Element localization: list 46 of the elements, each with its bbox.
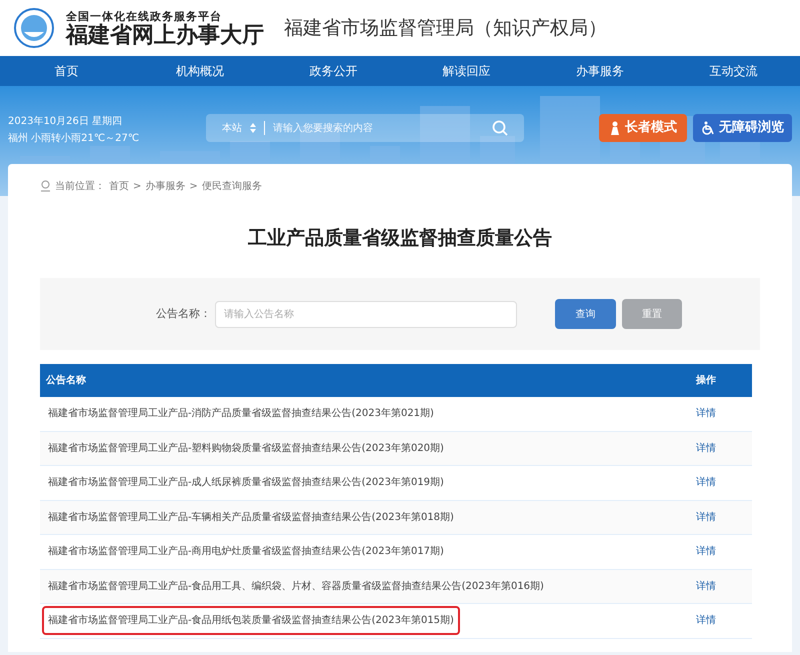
breadcrumb-link[interactable]: 办事服务 <box>145 178 186 194</box>
nav-link[interactable]: 机构概况 <box>133 56 267 86</box>
notice-title: 福建省市场监督管理局工业产品-车辆相关产品质量省级监督抽查结果公告(2023年第018期) <box>47 510 455 525</box>
date-text: 2023年10月26日 星期四 <box>8 114 124 129</box>
notice-title: 福建省市场监督管理局工业产品-食品用工具、编织袋、片材、容器质量省级监督抽查结果公告(2023年第016期) <box>47 580 545 594</box>
department-name: 福建省市场监督管理局（知识产权局） <box>284 16 607 41</box>
search-placeholder: 请输入您要搜索的内容 <box>273 122 374 136</box>
nav-link[interactable]: 办事服务 <box>533 56 667 86</box>
column-header: 公告名称 <box>46 374 87 388</box>
filter-label: 公告名称： <box>156 306 211 322</box>
details-link[interactable]: 详情 <box>696 578 746 594</box>
breadcrumb-link[interactable]: 便民查询服务 <box>202 178 262 194</box>
nav-link[interactable]: 首页 <box>0 56 134 86</box>
platform-tagline: 全国一体化在线政务服务平台 <box>66 10 223 22</box>
notice-title: 福建省市场监督管理局工业产品-消防产品质量省级监督抽查结果公告(2023年第021期) <box>47 406 435 422</box>
notice-title: 福建省市场监督管理局工业产品-商用电炉灶质量省级监督抽查结果公告(2023年第017期) <box>47 544 445 560</box>
elder-mode-button[interactable]: 长者模式 <box>599 114 687 142</box>
wheelchair-icon <box>701 121 715 135</box>
details-link[interactable]: 详情 <box>696 440 746 456</box>
details-link[interactable]: 详情 <box>696 510 746 525</box>
details-link[interactable]: 详情 <box>696 475 746 490</box>
weather-text: 福州 小雨转小雨21℃～27℃ <box>8 132 140 146</box>
breadcrumb-link[interactable]: 首页 <box>109 178 129 194</box>
page-title: 工业产品质量省级监督抽查质量公告 <box>248 226 552 251</box>
breadcrumb-separator: > <box>133 180 142 194</box>
search-icon[interactable] <box>492 120 508 136</box>
accessibility-button[interactable]: 无障碍浏览 <box>693 114 792 142</box>
location-icon <box>40 180 51 192</box>
notice-title: 福建省市场监督管理局工业产品-食品用纸包装质量省级监督抽查结果公告(2023年第015期) <box>42 606 460 636</box>
platform-name: 福建省网上办事大厅 <box>66 24 264 46</box>
name-input-field[interactable]: 请输入公告名称 <box>215 300 517 328</box>
nav-link[interactable]: 互动交流 <box>666 56 800 86</box>
person-icon <box>609 121 621 135</box>
column-header: 操作 <box>696 374 717 388</box>
details-link[interactable]: 详情 <box>696 406 746 422</box>
notice-title: 福建省市场监督管理局工业产品-成人纸尿裤质量省级监督抽查结果公告(2023年第019期) <box>47 476 445 490</box>
breadcrumb-label: 当前位置： <box>55 180 105 194</box>
nav-link[interactable]: 政务公开 <box>266 56 400 86</box>
search-button[interactable]: 查询 <box>555 299 616 329</box>
logo-icon <box>14 8 54 48</box>
notice-title: 福建省市场监督管理局工业产品-塑料购物袋质量省级监督抽查结果公告(2023年第020期) <box>47 442 445 456</box>
sort-icon <box>250 123 256 133</box>
breadcrumb-separator: > <box>189 180 198 194</box>
nav-link[interactable]: 解读回应 <box>400 56 534 86</box>
details-link[interactable]: 详情 <box>696 613 746 628</box>
details-link[interactable]: 详情 <box>696 544 746 560</box>
